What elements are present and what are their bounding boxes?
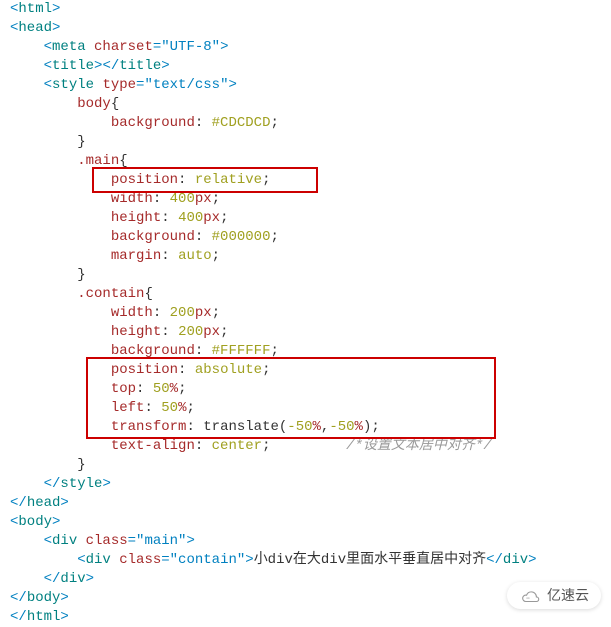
code-line: left: 50%; <box>10 399 601 418</box>
code-line: <title></title> <box>10 57 601 76</box>
code-line: .main{ <box>10 152 601 171</box>
code-line: position: absolute; <box>10 361 601 380</box>
code-line: <body> <box>10 513 601 532</box>
code-line: position: relative; <box>10 171 601 190</box>
code-line: } <box>10 133 601 152</box>
code-line: <style type="text/css"> <box>10 76 601 95</box>
code-line: body{ <box>10 95 601 114</box>
code-line: } <box>10 456 601 475</box>
code-line: height: 200px; <box>10 323 601 342</box>
code-line: background: #FFFFFF; <box>10 342 601 361</box>
svg-text:∞: ∞ <box>526 595 529 600</box>
code-line: width: 200px; <box>10 304 601 323</box>
code-line: background: #000000; <box>10 228 601 247</box>
code-line: height: 400px; <box>10 209 601 228</box>
code-line: </head> <box>10 494 601 513</box>
code-line: width: 400px; <box>10 190 601 209</box>
code-line: <meta charset="UTF-8"> <box>10 38 601 57</box>
code-line: <div class="contain">小div在大div里面水平垂直居中对齐… <box>10 551 601 570</box>
code-line: </style> <box>10 475 601 494</box>
watermark-badge: ∞ 亿速云 <box>507 582 601 609</box>
watermark-text: 亿速云 <box>547 586 589 605</box>
code-line: <head> <box>10 19 601 38</box>
code-line: transform: translate(-50%,-50%); <box>10 418 601 437</box>
code-line: .contain{ <box>10 285 601 304</box>
code-line: <html> <box>10 0 601 19</box>
code-line: </html> <box>10 608 601 627</box>
code-line: top: 50%; <box>10 380 601 399</box>
code-line: <div class="main"> <box>10 532 601 551</box>
code-block: <html><head> <meta charset="UTF-8"> <tit… <box>0 0 611 627</box>
cloud-icon: ∞ <box>519 588 541 604</box>
css-comment: /*设置文本居中对齐*/ <box>346 438 492 454</box>
code-line: text-align: center; /*设置文本居中对齐*/ <box>10 437 601 456</box>
code-line: margin: auto; <box>10 247 601 266</box>
code-line: background: #CDCDCD; <box>10 114 601 133</box>
code-line: } <box>10 266 601 285</box>
